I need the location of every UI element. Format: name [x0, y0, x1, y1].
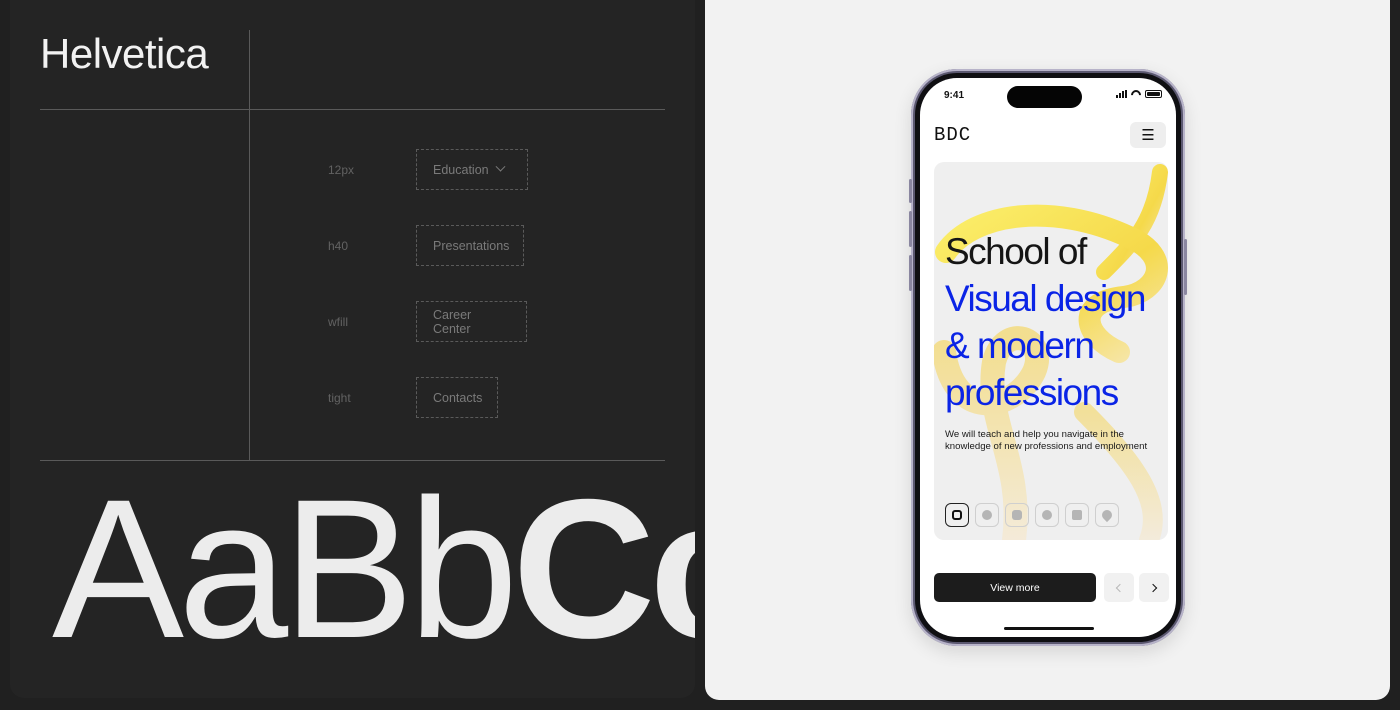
wifi-icon: [1131, 90, 1141, 98]
view-more-button[interactable]: View more: [934, 573, 1096, 602]
facebook-icon[interactable]: [975, 503, 999, 527]
spec-item-education: Education: [416, 149, 528, 190]
divider-vertical: [249, 30, 250, 460]
spec-item-presentations: Presentations: [416, 225, 524, 266]
spec-item-label: Education: [433, 162, 489, 177]
signal-icon: [1116, 90, 1127, 98]
font-name-title: Helvetica: [40, 30, 209, 77]
type-specimen: AaBbCc: [52, 470, 695, 668]
spec-item-label: Presentations: [433, 238, 510, 253]
hero-title-line: professions: [945, 372, 1119, 413]
menu-button[interactable]: ☰: [1130, 122, 1166, 148]
battery-icon: [1145, 90, 1162, 98]
specimen-regular: AaBb: [52, 458, 518, 679]
phone-bezel: 9:41 BDC ☰ School of Visual design & mod…: [915, 73, 1181, 642]
spec-label-size: 12px: [328, 163, 355, 177]
whatsapp-icon[interactable]: [1035, 503, 1059, 527]
font-specimen-panel: Helvetica 12px Education h40 Presentatio…: [10, 0, 695, 698]
status-icons: [1116, 90, 1162, 98]
location-icon[interactable]: [1095, 503, 1119, 527]
app-logo[interactable]: BDC: [934, 124, 971, 146]
chevron-down-icon: [495, 161, 506, 172]
instagram-icon[interactable]: [945, 503, 969, 527]
prev-slide-button[interactable]: [1104, 573, 1134, 602]
spec-label-tracking: tight: [328, 391, 351, 405]
spec-item-label: Contacts: [433, 390, 483, 405]
side-button: [909, 255, 912, 291]
hero-title-line: Visual design: [945, 278, 1146, 319]
phone-screen: 9:41 BDC ☰ School of Visual design & mod…: [920, 78, 1176, 637]
hero-title-line: School of: [945, 231, 1087, 272]
spec-item-label: Career Center: [433, 307, 472, 336]
hamburger-icon: ☰: [1141, 127, 1155, 144]
linkedin-icon[interactable]: [1065, 503, 1089, 527]
spec-item-career-center: Career Center: [416, 301, 527, 342]
spec-label-height: h40: [328, 239, 349, 253]
mobile-mockup-panel: 9:41 BDC ☰ School of Visual design & mod…: [705, 0, 1390, 700]
home-indicator: [1004, 627, 1094, 630]
spec-label-width: wfill: [328, 315, 348, 329]
hero-title: School of Visual design & modern profess…: [945, 228, 1146, 416]
side-button: [909, 211, 912, 247]
side-button: [1184, 239, 1187, 295]
hero-title-line: & modern: [945, 325, 1095, 366]
hero-card: School of Visual design & modern profess…: [934, 162, 1168, 540]
dynamic-island: [1007, 86, 1082, 108]
status-time: 9:41: [944, 90, 965, 101]
youtube-icon[interactable]: [1005, 503, 1029, 527]
phone-frame: 9:41 BDC ☰ School of Visual design & mod…: [909, 69, 1187, 646]
hero-description: We will teach and help you navigate in t…: [945, 429, 1148, 452]
chevron-left-icon: [1115, 583, 1125, 592]
next-slide-button[interactable]: [1139, 573, 1169, 602]
spec-item-contacts: Contacts: [416, 377, 498, 418]
social-links: [945, 503, 1119, 527]
divider-top: [40, 109, 665, 110]
side-button: [909, 179, 912, 203]
specimen-bold: Cc: [512, 458, 695, 679]
chevron-right-icon: [1148, 583, 1158, 592]
